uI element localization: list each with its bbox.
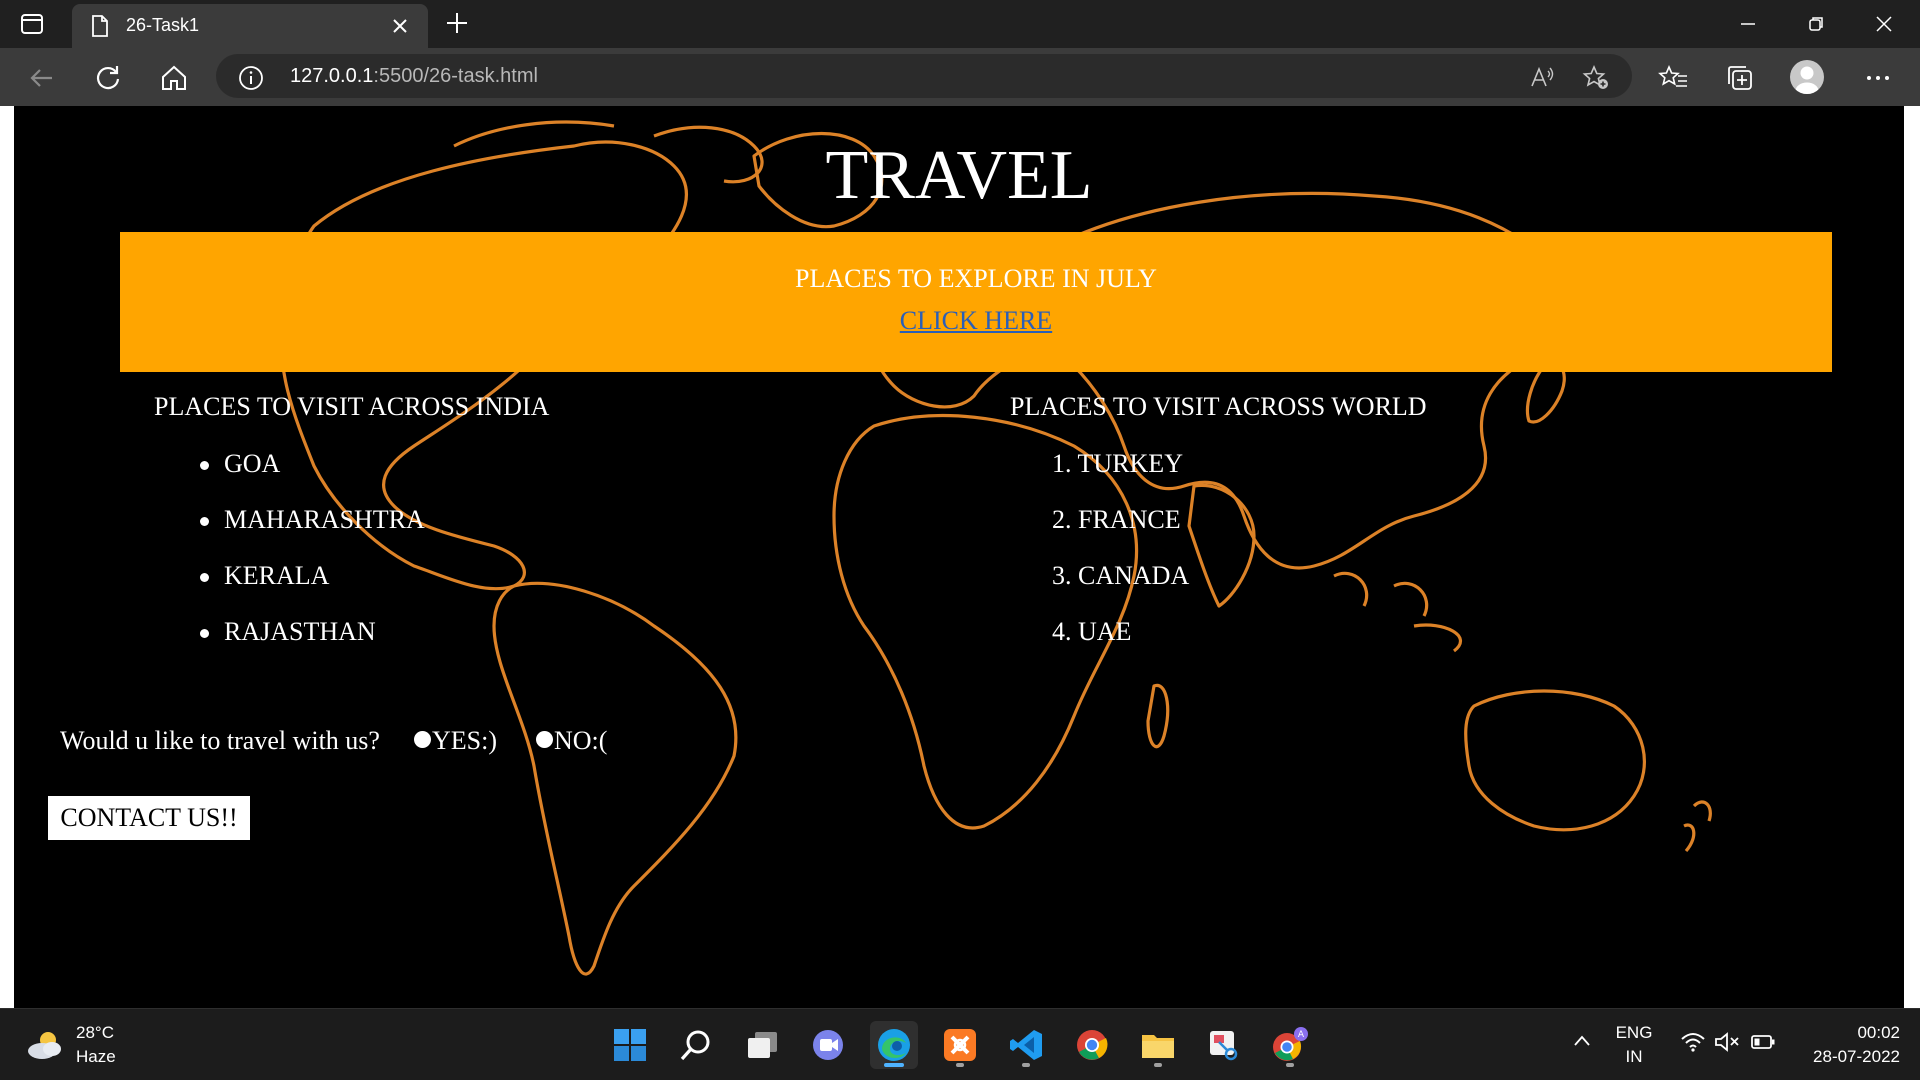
teams-chat-icon[interactable] <box>804 1021 852 1069</box>
wifi-icon[interactable] <box>1680 1031 1706 1057</box>
india-list: GOA MAHARASHTRA KERALA RAJASTHAN <box>200 449 425 673</box>
list-item: GOA <box>200 449 425 505</box>
svg-text:A: A <box>1298 1030 1305 1040</box>
weather-description[interactable]: Haze <box>76 1047 116 1067</box>
world-heading: PLACES TO VISIT ACROSS WORLD <box>1010 392 1427 421</box>
running-indicator <box>1286 1063 1294 1067</box>
chrome-icon[interactable] <box>1068 1021 1116 1069</box>
home-icon[interactable] <box>158 62 190 94</box>
browser-tab[interactable]: 26-Task1 <box>72 4 428 48</box>
world-list: 1. TURKEY 2. FRANCE 3. CANADA 4. UAE <box>1052 449 1189 673</box>
edge-icon[interactable] <box>870 1021 918 1069</box>
list-item: MAHARASHTRA <box>200 505 425 561</box>
click-here-link[interactable]: CLICK HERE <box>900 306 1052 335</box>
search-icon[interactable] <box>672 1021 720 1069</box>
india-heading: PLACES TO VISIT ACROSS INDIA <box>154 392 550 421</box>
favorites-icon[interactable] <box>1658 62 1690 94</box>
list-item: KERALA <box>200 561 425 617</box>
july-banner: PLACES TO EXPLORE IN JULY CLICK HERE <box>120 232 1832 372</box>
contact-us-button[interactable]: CONTACT US!! <box>48 796 250 840</box>
minimize-icon[interactable] <box>1734 10 1762 38</box>
map-southeast-asia <box>1333 571 1462 653</box>
click-here-link-row: CLICK HERE <box>120 306 1832 336</box>
battery-icon[interactable] <box>1750 1033 1776 1055</box>
volume-muted-icon[interactable] <box>1714 1031 1740 1057</box>
chevron-up-icon[interactable] <box>1572 1031 1592 1055</box>
banner-subtitle: PLACES TO EXPLORE IN JULY <box>795 264 1157 293</box>
bullet-icon <box>200 461 209 470</box>
page-viewport: TRAVEL PLACES TO EXPLORE IN JULY CLICK H… <box>14 106 1904 1008</box>
page-edge-right <box>1904 106 1920 1008</box>
back-arrow-icon[interactable] <box>26 62 58 94</box>
browser-toolbar: 127.0.0.1:5500/26-task.html <box>0 48 1920 106</box>
india-item-label: KERALA <box>224 561 330 590</box>
chrome-profile-icon[interactable]: A <box>1266 1021 1314 1069</box>
no-option[interactable]: NO:( <box>536 726 607 756</box>
restore-icon[interactable] <box>1802 10 1830 38</box>
map-australia <box>1464 689 1646 832</box>
clock-time[interactable]: 00:02 <box>1790 1023 1900 1043</box>
bullet-icon <box>200 517 209 526</box>
map-madagascar <box>1146 683 1170 749</box>
map-new-zealand <box>1683 800 1712 853</box>
weather-temperature[interactable]: 28°C <box>76 1023 114 1043</box>
india-item-label: RAJASTHAN <box>224 617 376 646</box>
running-indicator <box>1154 1063 1162 1067</box>
close-window-icon[interactable] <box>1870 10 1898 38</box>
file-explorer-icon[interactable] <box>1134 1021 1182 1069</box>
india-item-label: MAHARASHTRA <box>224 505 425 534</box>
running-indicator <box>1022 1063 1030 1067</box>
more-options-icon[interactable] <box>1862 62 1894 94</box>
close-tab-icon[interactable] <box>390 16 410 36</box>
profile-avatar[interactable] <box>1790 60 1824 94</box>
url-host: 127.0.0.1 <box>290 65 374 87</box>
url-text[interactable]: 127.0.0.1:5500/26-task.html <box>290 65 538 88</box>
list-item: 4. UAE <box>1052 617 1132 646</box>
add-favorite-icon[interactable] <box>1582 64 1610 92</box>
vscode-icon[interactable] <box>1002 1021 1050 1069</box>
page-edge-left <box>0 106 14 1008</box>
snipping-tool-icon[interactable] <box>1200 1021 1248 1069</box>
start-icon[interactable] <box>606 1021 654 1069</box>
list-item: 1. TURKEY <box>1052 449 1183 478</box>
collections-icon[interactable] <box>1724 62 1756 94</box>
no-radio[interactable] <box>536 731 553 748</box>
browser-tab-strip: 26-Task1 <box>0 0 1920 48</box>
refresh-icon[interactable] <box>92 62 124 94</box>
task-view-icon[interactable] <box>738 1021 786 1069</box>
yes-label: YES:) <box>432 726 497 755</box>
xampp-icon[interactable] <box>936 1021 984 1069</box>
running-indicator <box>956 1063 964 1067</box>
bullet-icon <box>200 629 209 638</box>
new-tab-icon[interactable] <box>444 10 470 36</box>
list-item: 3. CANADA <box>1052 561 1190 590</box>
list-item: 2. FRANCE <box>1052 505 1181 534</box>
list-item: RAJASTHAN <box>200 617 425 673</box>
travel-question: Would u like to travel with us? <box>60 726 380 755</box>
tab-actions-icon[interactable] <box>20 12 46 36</box>
clock-date[interactable]: 28-07-2022 <box>1780 1047 1900 1067</box>
running-indicator <box>884 1063 904 1067</box>
site-info-icon[interactable] <box>238 65 264 95</box>
language-code[interactable]: ENG <box>1612 1023 1656 1043</box>
url-path: :5500/26-task.html <box>373 65 538 87</box>
weather-haze-icon[interactable] <box>26 1027 66 1067</box>
yes-option[interactable]: YES:) <box>414 726 497 756</box>
region-code[interactable]: IN <box>1612 1047 1656 1067</box>
tab-title: 26-Task1 <box>126 15 200 35</box>
no-label: NO:( <box>554 726 608 755</box>
page-document-icon <box>90 14 110 42</box>
page-title: TRAVEL <box>825 137 1093 214</box>
india-item-label: GOA <box>224 449 281 478</box>
map-south-america <box>492 581 738 976</box>
address-bar[interactable]: 127.0.0.1:5500/26-task.html <box>216 54 1632 98</box>
yes-radio[interactable] <box>414 731 431 748</box>
bullet-icon <box>200 573 209 582</box>
windows-taskbar: 28°C Haze A ENG IN 00:02 28-07-2022 <box>0 1008 1920 1080</box>
map-india <box>1187 483 1256 608</box>
read-aloud-icon[interactable] <box>1528 64 1556 92</box>
